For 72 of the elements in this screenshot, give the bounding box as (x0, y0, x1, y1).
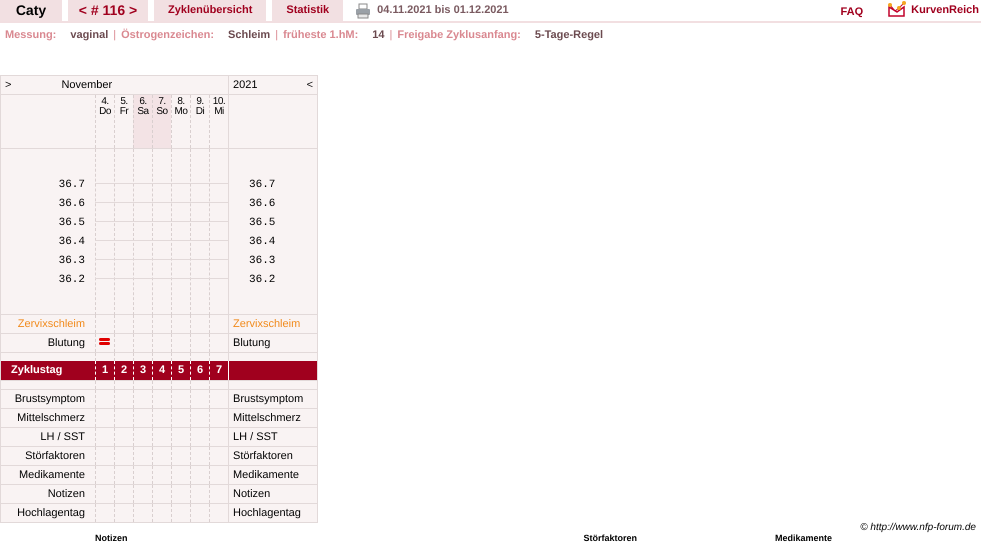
logo-text: KurvenReich (911, 3, 979, 18)
row-label: Mittelschmerz (233, 410, 301, 426)
row-label: Hochlagentag (233, 506, 301, 521)
copyright: © http://www.nfp-forum.de (860, 523, 976, 533)
cycle-day-number: 6 (196, 363, 204, 378)
info-label: Östrogenzeichen: (121, 28, 214, 43)
row-label: Blutung (233, 336, 270, 351)
row-label: Blutung (48, 336, 85, 351)
year-label: 2021 (233, 78, 258, 93)
bleeding-icon (99, 338, 110, 345)
cycle-day-number: 1 (102, 363, 108, 378)
temperature-label: 36.3 (58, 254, 85, 269)
temperature-label: 36.4 (249, 235, 276, 250)
cycle-day-number: 3 (140, 363, 146, 378)
row-label: Brustsymptom (14, 392, 85, 407)
day-header: 6. Sa (136, 95, 150, 117)
row-label: Brustsymptom (233, 392, 304, 407)
section-heading: Notizen (95, 533, 128, 543)
section-heading: Störfaktoren (584, 533, 638, 543)
cycle-day-label: Zyklustag (11, 363, 62, 378)
cycle-day-number: 7 (216, 363, 222, 378)
info-value: 14 (372, 28, 384, 43)
day-header: 5. Fr (118, 95, 130, 117)
row-label: Störfaktoren (233, 448, 293, 464)
row-label: Zervixschleim (18, 316, 85, 332)
day-header: 10. Mi (212, 95, 226, 117)
info-label: Messung: (5, 28, 56, 43)
temperature-label: 36.3 (249, 254, 276, 269)
day-header: 8. Mo (174, 95, 188, 117)
day-header: 4. Do (98, 95, 112, 117)
row-label: Hochlagentag (17, 506, 85, 521)
row-label: Notizen (48, 486, 85, 502)
row-label: Medikamente (233, 468, 300, 483)
temperature-label: 36.4 (58, 235, 85, 250)
row-label: LH / SST (40, 430, 85, 445)
day-header: 9. Di (194, 95, 206, 117)
logo-icon (887, 1, 908, 18)
temperature-label: 36.2 (58, 273, 85, 288)
row-label: Medikamente (18, 468, 85, 483)
row-label: Notizen (233, 486, 270, 502)
cycle-day-number: 5 (178, 363, 184, 378)
day-header: 7. So (155, 95, 169, 117)
row-label: Zervixschleim (233, 316, 300, 332)
info-value: vaginal (70, 28, 108, 43)
temperature-label: 36.6 (249, 197, 276, 212)
cycle-navigation[interactable]: < # 116 > (68, 0, 148, 21)
temperature-label: 36.2 (249, 273, 276, 288)
printer-icon[interactable] (355, 3, 372, 19)
info-value: 5-Tage-Regel (534, 28, 604, 43)
temperature-label: 36.5 (249, 216, 276, 231)
info-label: Freigabe Zyklusanfang: (397, 28, 521, 43)
row-label: LH / SST (233, 430, 278, 445)
temperature-label: 36.5 (58, 216, 85, 231)
info-value: Schleim (228, 28, 270, 43)
row-label: Störfaktoren (25, 448, 85, 464)
faq-link[interactable]: FAQ (840, 4, 864, 20)
temperature-label: 36.7 (58, 178, 85, 193)
info-label: früheste 1.hM: (283, 28, 358, 43)
month-label: November (61, 78, 112, 93)
date-range: 04.11.2021 bis 01.12.2021 (377, 3, 509, 18)
cycle-day-number: 4 (158, 363, 166, 378)
separator: | (275, 28, 278, 43)
temperature-label: 36.6 (58, 197, 85, 212)
user-name: Caty (0, 0, 62, 21)
row-label: Mittelschmerz (17, 410, 85, 426)
temperature-label: 36.7 (249, 178, 276, 193)
cycle-day-number: 2 (120, 363, 128, 378)
separator: | (113, 28, 116, 43)
nav-tab[interactable]: Statistik (272, 0, 344, 21)
separator: | (390, 28, 392, 43)
section-heading: Medikamente (775, 533, 832, 543)
nav-tab[interactable]: Zyklenübersicht (154, 0, 266, 21)
